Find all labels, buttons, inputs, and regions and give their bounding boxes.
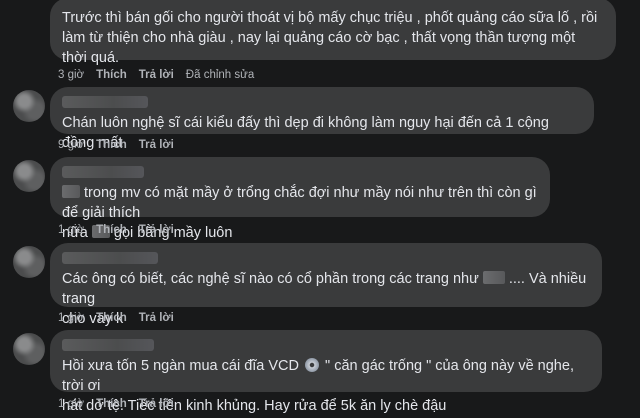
- avatar[interactable]: [13, 160, 45, 192]
- comment-actions: 3 giờ Thích Trả lời Đã chỉnh sửa: [58, 69, 254, 81]
- author-name[interactable]: [62, 96, 148, 108]
- author-name[interactable]: [62, 166, 144, 178]
- comment-bubble: Trước thì bán gối cho người thoát vị bộ …: [50, 0, 616, 66]
- comment-time[interactable]: 9 giờ: [58, 139, 84, 151]
- edited-label: Đã chỉnh sửa: [185, 69, 255, 81]
- comment-actions: 1 giờ Thích Trả lời: [58, 398, 174, 410]
- author-name[interactable]: [62, 339, 154, 351]
- reply-button[interactable]: Trả lời: [139, 398, 174, 410]
- comment-bubble: Chán luôn nghệ sĩ cái kiểu đấy thì dẹp đ…: [50, 87, 594, 151]
- like-button[interactable]: Thích: [96, 224, 127, 236]
- censored-mark: [482, 271, 505, 284]
- comment-actions: 1 giờ Thích Trả lời: [58, 224, 174, 236]
- comment-actions: 9 giờ Thích Trả lời: [58, 139, 174, 151]
- comment-bubble: trong mv có mặt mầy ở trổng chắc đợi như…: [50, 157, 550, 241]
- comment-bubble: Hồi xưa tốn 5 ngàn mua cái đĩa VCD " căn…: [50, 330, 602, 414]
- reply-button[interactable]: Trả lời: [139, 139, 174, 151]
- censored-mark: [62, 185, 80, 198]
- like-button[interactable]: Thích: [96, 312, 127, 324]
- comment-bubble: Các ông có biết, các nghệ sĩ nào có cổ p…: [50, 243, 602, 327]
- like-button[interactable]: Thích: [96, 139, 127, 151]
- avatar[interactable]: [13, 90, 45, 122]
- comment-time[interactable]: 1 giờ: [58, 398, 84, 410]
- like-button[interactable]: Thích: [96, 69, 127, 81]
- comment-time[interactable]: 3 giờ: [58, 69, 84, 81]
- reply-button[interactable]: Trả lời: [139, 224, 174, 236]
- reply-button[interactable]: Trả lời: [139, 69, 174, 81]
- comment-actions: 1 giờ Thích Trả lời: [58, 312, 174, 324]
- reply-button[interactable]: Trả lời: [139, 312, 174, 324]
- avatar[interactable]: [13, 246, 45, 278]
- comment-text: Trước thì bán gối cho người thoát vị bộ …: [62, 10, 602, 66]
- comment-time[interactable]: 1 giờ: [58, 312, 84, 324]
- author-name[interactable]: [62, 252, 158, 264]
- disc-emoji-icon: [305, 358, 320, 372]
- like-button[interactable]: Thích: [96, 398, 127, 410]
- avatar[interactable]: [13, 333, 45, 365]
- comment-time[interactable]: 1 giờ: [58, 224, 84, 236]
